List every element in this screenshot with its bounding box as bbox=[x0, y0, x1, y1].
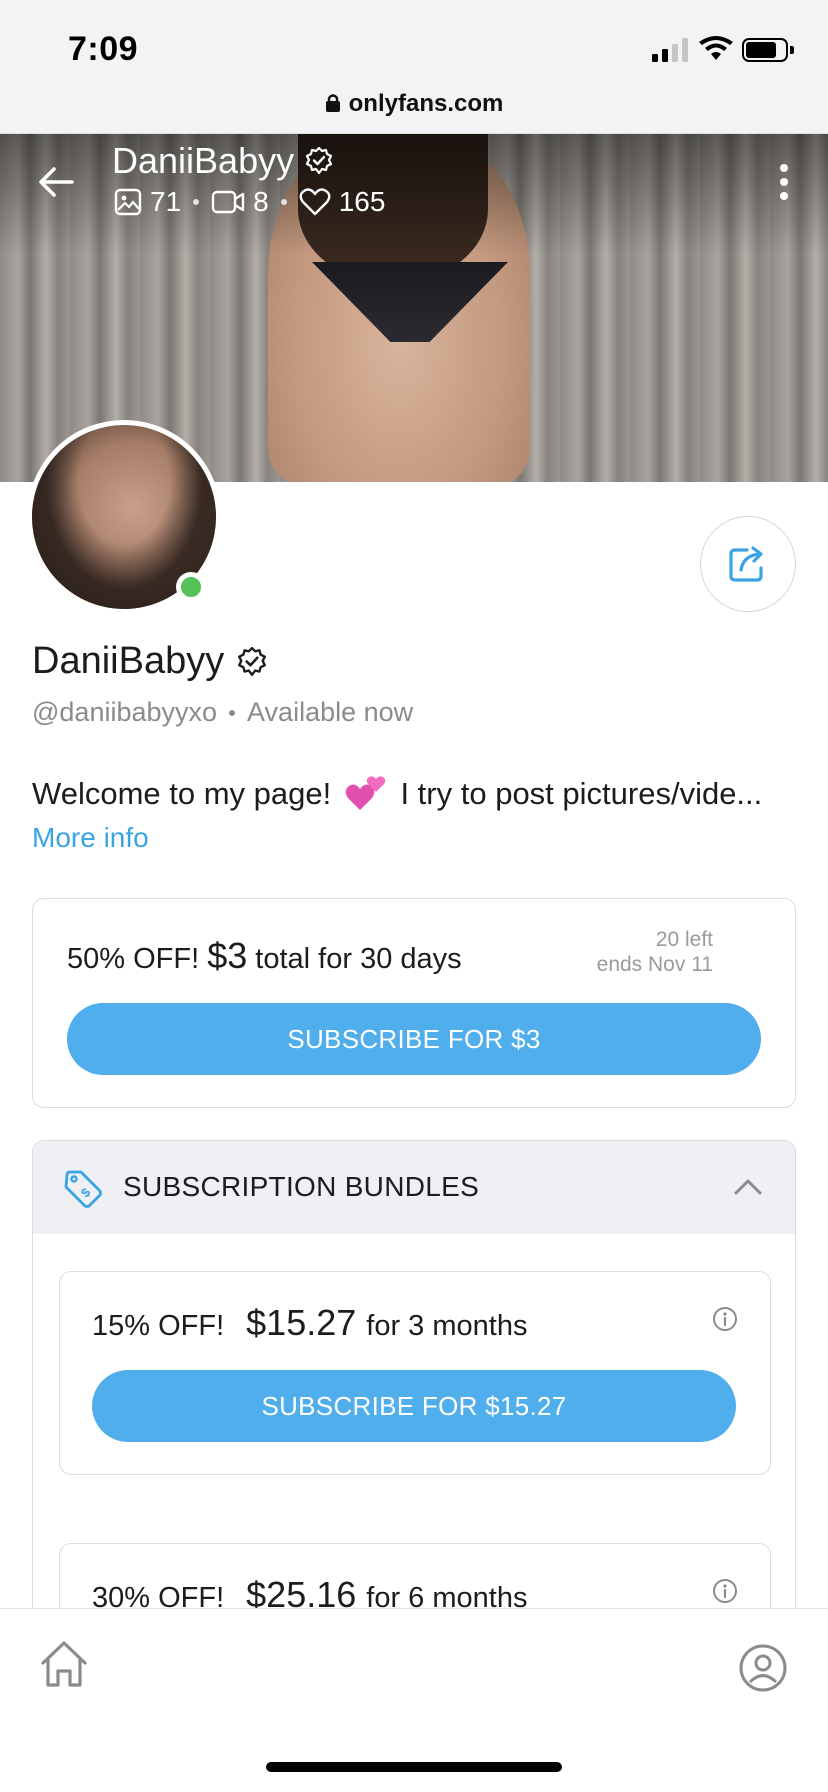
bio-text-end: I try to post pictures/vide... bbox=[391, 776, 763, 811]
url-display[interactable]: onlyfans.com bbox=[0, 90, 828, 118]
bundle-card: 15% OFF! $15.27 for 3 months SUBSCRIBE F… bbox=[59, 1271, 771, 1475]
share-icon bbox=[729, 546, 763, 582]
info-icon[interactable] bbox=[712, 1306, 738, 1332]
offer-meta: 20 left ends Nov 11 bbox=[597, 927, 713, 977]
status-time: 7:09 bbox=[68, 30, 139, 68]
status-bar: 7:09 bbox=[0, 0, 828, 92]
bio-text-start: Welcome to my page! bbox=[32, 776, 340, 811]
cover-profile-name: DaniiBabyy bbox=[112, 140, 334, 182]
offer-title: 50% OFF! $3 total for 30 days bbox=[67, 935, 462, 977]
offer-period: total for 30 days bbox=[247, 943, 462, 975]
svg-text:$: $ bbox=[78, 1184, 94, 1200]
back-arrow-icon[interactable] bbox=[34, 160, 78, 204]
handle-row: @daniibabyyxo Available now bbox=[32, 697, 413, 728]
home-icon[interactable] bbox=[38, 1639, 90, 1691]
bundle-period: for 3 months bbox=[366, 1310, 528, 1342]
offer-remaining: 20 left bbox=[655, 928, 713, 951]
two-hearts-icon bbox=[345, 776, 386, 810]
availability-status: Available now bbox=[247, 697, 414, 727]
lock-icon bbox=[325, 94, 340, 112]
battery-icon bbox=[742, 38, 794, 62]
video-count: 8 bbox=[253, 186, 269, 217]
cover-name-text: DaniiBabyy bbox=[112, 140, 295, 181]
bundles-header[interactable]: $ SUBSCRIPTION BUNDLES bbox=[33, 1141, 795, 1234]
cellular-signal-icon bbox=[652, 38, 688, 62]
image-icon bbox=[114, 188, 142, 216]
offer-price: $3 bbox=[207, 935, 248, 976]
profile-name: DaniiBabyy bbox=[32, 640, 268, 683]
home-indicator[interactable] bbox=[266, 1762, 562, 1772]
verified-icon bbox=[238, 646, 267, 676]
price-tag-icon: $ bbox=[64, 1170, 102, 1208]
wifi-icon bbox=[699, 36, 733, 60]
bundle-discount: 15% OFF! bbox=[92, 1310, 225, 1342]
profile-name-text: DaniiBabyy bbox=[32, 640, 225, 682]
bundle-title: 15% OFF! $15.27 for 3 months bbox=[92, 1302, 527, 1344]
subscribe-button[interactable]: SUBSCRIBE FOR $3 bbox=[67, 1003, 761, 1075]
subscription-offer-card: 50% OFF! $3 total for 30 days 20 left en… bbox=[32, 898, 796, 1108]
more-vertical-icon[interactable] bbox=[776, 160, 792, 204]
likes-count: 165 bbox=[338, 186, 386, 217]
profile-bio: Welcome to my page! I try to post pictur… bbox=[32, 772, 802, 812]
browser-address-bar[interactable]: onlyfans.com bbox=[0, 82, 828, 134]
info-icon[interactable] bbox=[712, 1578, 738, 1604]
bundle-price: $15.27 bbox=[246, 1302, 357, 1343]
photo-count: 71 bbox=[150, 186, 182, 217]
offer-discount: 50% OFF! bbox=[67, 943, 208, 975]
subscription-bundles: $ SUBSCRIPTION BUNDLES 15% OFF! $15.27 f… bbox=[32, 1140, 796, 1620]
chevron-up-icon[interactable] bbox=[733, 1175, 763, 1197]
bundles-title: SUBSCRIPTION BUNDLES bbox=[123, 1171, 480, 1202]
offer-ends: ends Nov 11 bbox=[596, 953, 713, 976]
url-text: onlyfans.com bbox=[348, 90, 504, 117]
cover-stats: 71 8 165 bbox=[114, 186, 385, 218]
profile-icon[interactable] bbox=[738, 1643, 788, 1693]
bundle-subscribe-button[interactable]: SUBSCRIBE FOR $15.27 bbox=[92, 1370, 736, 1442]
verified-icon bbox=[305, 146, 333, 175]
share-button[interactable] bbox=[700, 516, 796, 612]
more-info-link[interactable]: More info bbox=[32, 822, 149, 854]
video-icon bbox=[211, 190, 245, 214]
profile-handle: @daniibabyyxo bbox=[32, 697, 218, 727]
online-status-indicator bbox=[176, 572, 206, 602]
heart-icon bbox=[299, 188, 331, 216]
